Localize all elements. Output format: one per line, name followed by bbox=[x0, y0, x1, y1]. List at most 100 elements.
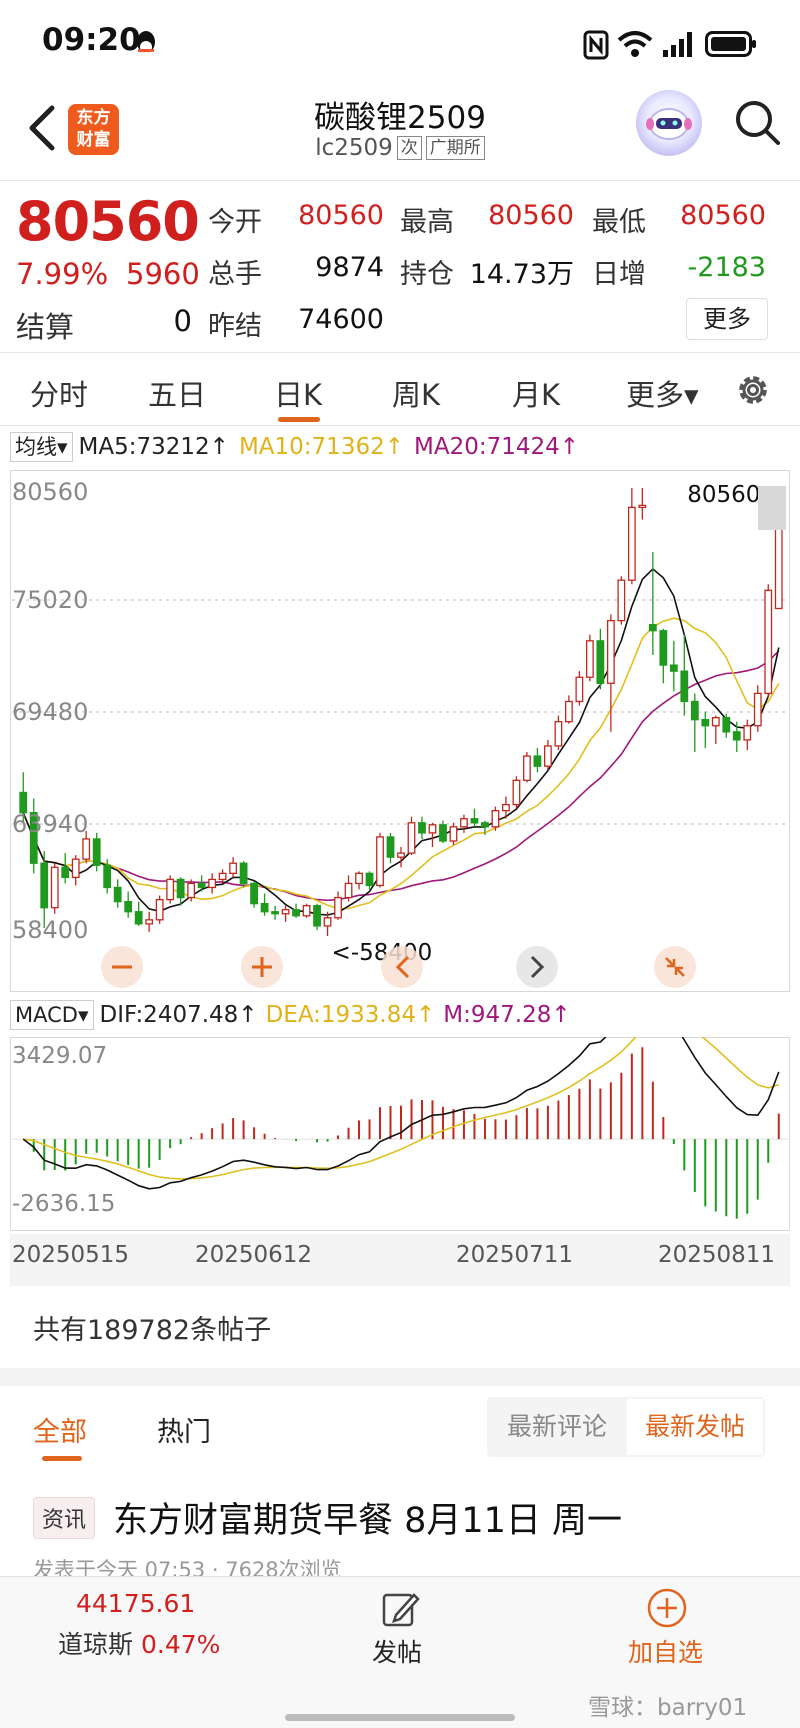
index-value: 44175.61 bbox=[76, 1589, 196, 1618]
candle-body bbox=[585, 640, 594, 678]
index-ticker[interactable]: 44175.61 道琼斯 0.47% bbox=[40, 1577, 240, 1677]
candle-body bbox=[596, 640, 605, 684]
macd-min-label: -2636.15 bbox=[12, 1191, 115, 1217]
candle-body bbox=[753, 692, 762, 727]
date-label: 20250711 bbox=[456, 1242, 574, 1268]
candle-body bbox=[732, 731, 741, 741]
add-watchlist-icon[interactable] bbox=[646, 1587, 688, 1629]
candle-body bbox=[386, 836, 395, 858]
y-tick-label: 80560 bbox=[12, 478, 88, 506]
candle-body bbox=[554, 721, 563, 747]
candle-body bbox=[355, 872, 363, 885]
candle-body bbox=[50, 866, 59, 909]
macd-select[interactable]: MACD▾ bbox=[10, 1000, 94, 1030]
open-value: 80560 bbox=[298, 200, 384, 231]
open-interest-label: 持仓 bbox=[400, 259, 454, 290]
robot-icon bbox=[646, 108, 692, 140]
y-tick-label: 75020 bbox=[12, 586, 88, 614]
ma5-label: MA5:73212↑ bbox=[78, 434, 229, 460]
candle-body bbox=[218, 872, 227, 881]
candle-body bbox=[365, 872, 374, 887]
candle-body bbox=[376, 836, 384, 887]
daily-increase-label: 日增 bbox=[592, 259, 646, 290]
candle-body bbox=[575, 676, 584, 703]
candle-body bbox=[71, 858, 80, 879]
high-value: 80560 bbox=[488, 200, 574, 231]
candle-body bbox=[743, 725, 752, 741]
sort-latest-comment-button[interactable]: 最新评论 bbox=[487, 1397, 627, 1457]
index-label: 道琼斯 0.47% bbox=[58, 1625, 220, 1661]
candle-body bbox=[260, 903, 269, 913]
low-value: 80560 bbox=[680, 200, 766, 231]
more-quote-button[interactable]: 更多 bbox=[686, 298, 768, 340]
candle-body bbox=[124, 900, 133, 913]
home-indicator[interactable] bbox=[285, 1714, 515, 1721]
candle-body bbox=[481, 822, 489, 828]
macd-m-label: M:947.28↑ bbox=[443, 1002, 571, 1028]
candle-body bbox=[323, 917, 332, 927]
candle-body bbox=[145, 919, 154, 925]
tab-weekly-k[interactable]: 周K bbox=[392, 372, 440, 414]
tab-five-day[interactable]: 五日 bbox=[148, 372, 206, 414]
candle-body bbox=[428, 824, 437, 834]
candle-body bbox=[187, 882, 196, 899]
search-icon[interactable] bbox=[730, 95, 784, 149]
pan-right-button[interactable] bbox=[516, 946, 558, 988]
candle-body bbox=[659, 630, 668, 666]
y-tick-label: 58400 bbox=[12, 916, 88, 944]
candle-body bbox=[669, 664, 678, 672]
post-button[interactable]: 发帖 bbox=[372, 1633, 422, 1669]
post-tab-all[interactable]: 全部 bbox=[33, 1410, 87, 1449]
candle-body bbox=[648, 624, 657, 632]
candle-body bbox=[176, 878, 185, 899]
candle-body bbox=[606, 619, 615, 684]
candle-body bbox=[638, 504, 647, 509]
contract-tag-next: 次 bbox=[396, 136, 422, 160]
watermark: 雪球：barry01 bbox=[588, 1695, 748, 1721]
header-divider bbox=[0, 180, 800, 181]
ma10-label: MA10:71362↑ bbox=[238, 434, 404, 460]
signal-icon bbox=[663, 32, 692, 57]
pan-left-button[interactable] bbox=[381, 946, 423, 988]
candle-body bbox=[250, 882, 258, 905]
status-time: 09:20 bbox=[42, 22, 141, 58]
edit-post-icon[interactable] bbox=[380, 1589, 420, 1629]
dif-label: DIF:2407.48↑ bbox=[99, 1002, 258, 1028]
candle-body bbox=[449, 826, 458, 842]
macd-chart[interactable]: 3429.07 -2636.15 bbox=[10, 1037, 790, 1231]
tab-monthly-k[interactable]: 月K bbox=[512, 372, 560, 414]
settle-label: 结算 bbox=[16, 310, 75, 344]
news-title-link[interactable]: 东方财富期货早餐 8月11日 周一 bbox=[113, 1492, 622, 1543]
candle-body bbox=[460, 818, 468, 828]
candle-body bbox=[617, 579, 626, 622]
assistant-avatar[interactable] bbox=[636, 90, 702, 156]
tab-more[interactable]: 更多▾ bbox=[626, 372, 699, 414]
post-tab-hot[interactable]: 热门 bbox=[157, 1410, 211, 1449]
candle-body bbox=[690, 700, 699, 721]
candle-body bbox=[627, 506, 636, 581]
kline-chart[interactable]: 805607502069480639405840080560-><-58400 bbox=[10, 470, 790, 992]
add-watchlist-button[interactable]: 加自选 bbox=[628, 1633, 703, 1669]
tab-daily-k[interactable]: 日K bbox=[274, 372, 322, 414]
quote-divider bbox=[0, 352, 800, 353]
active-tab-indicator bbox=[278, 417, 320, 422]
candle-body bbox=[711, 717, 720, 727]
candle-body bbox=[229, 862, 238, 874]
candle-body bbox=[61, 866, 70, 879]
candle-body bbox=[544, 745, 552, 767]
dea-label: DEA:1933.84↑ bbox=[265, 1002, 436, 1028]
candle-body bbox=[40, 862, 49, 909]
candle-body bbox=[134, 911, 143, 925]
settings-gear-icon[interactable] bbox=[733, 370, 773, 410]
sort-latest-post-button[interactable]: 最新发帖 bbox=[627, 1399, 763, 1455]
date-axis: 20250515 20250612 20250711 20250811 bbox=[10, 1234, 790, 1286]
tab-intraday[interactable]: 分时 bbox=[30, 372, 88, 414]
candle-body bbox=[470, 818, 479, 824]
prev-settle-label: 昨结 bbox=[208, 311, 262, 342]
chart-scroll-thumb[interactable] bbox=[758, 486, 786, 530]
indicator-select[interactable]: 均线▾ bbox=[10, 432, 73, 462]
y-tick-label: 69480 bbox=[12, 698, 88, 726]
candle-body bbox=[92, 838, 101, 866]
candle-body bbox=[292, 909, 300, 917]
candle-body bbox=[344, 882, 353, 899]
